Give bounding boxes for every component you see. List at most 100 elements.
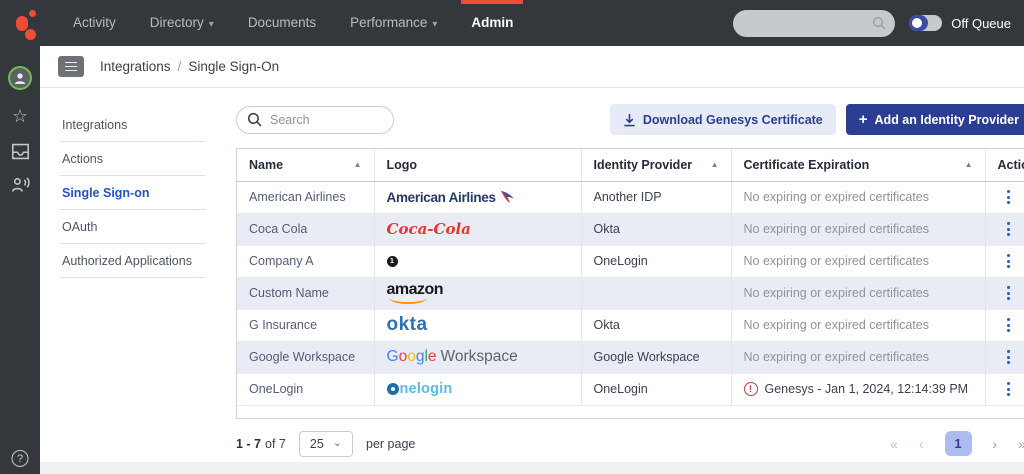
row-name-link[interactable]: G Insurance (237, 309, 374, 341)
per-page-label: per page (366, 437, 415, 451)
nav-item-performance[interactable]: Performance▾ (333, 0, 454, 46)
settings-submenu: IntegrationsActionsSingle Sign-onOAuthAu… (60, 108, 206, 467)
help-icon[interactable]: ? (12, 450, 29, 467)
table-search-input[interactable] (270, 113, 383, 127)
onelogin-ring-icon (387, 383, 399, 395)
page-size-select[interactable]: 25 ⌄ (299, 431, 353, 457)
column-header-identity-provider[interactable]: Identity Provider▲ (581, 149, 731, 181)
column-header-action: Action (985, 149, 1024, 181)
favorites-icon[interactable]: ☆ (0, 106, 40, 127)
row-kebab-menu-icon[interactable] (1001, 348, 1015, 366)
menu-toggle-button[interactable] (58, 56, 84, 77)
row-name-link[interactable]: Coca Cola (237, 213, 374, 245)
search-icon (872, 16, 886, 30)
row-action-cell (985, 309, 1024, 341)
left-icon-rail: ☆ ? (0, 46, 40, 474)
add-identity-provider-label: Add an Identity Provider (875, 113, 1019, 127)
sso-toolbar: Download Genesys Certificate + Add an Id… (236, 104, 1024, 135)
column-header-logo: Logo (374, 149, 581, 181)
row-kebab-menu-icon[interactable] (1001, 252, 1015, 270)
global-search[interactable] (733, 10, 895, 37)
column-header-name[interactable]: Name▲ (237, 149, 374, 181)
submenu-item-integrations[interactable]: Integrations (60, 108, 206, 142)
row-action-cell (985, 341, 1024, 373)
sort-asc-icon: ▲ (711, 160, 719, 169)
nav-item-admin[interactable]: Admin (454, 0, 530, 46)
first-page-button[interactable]: « (890, 436, 898, 452)
chevron-down-icon: ⌄ (333, 441, 342, 447)
prev-page-button[interactable]: ‹ (919, 436, 924, 452)
row-identity-provider: OneLogin (581, 373, 731, 405)
table-search[interactable] (236, 106, 394, 134)
row-logo-cell: amazon (374, 277, 581, 309)
aa-eagle-icon (499, 190, 515, 204)
row-kebab-menu-icon[interactable] (1001, 316, 1015, 334)
global-search-input[interactable] (745, 16, 872, 30)
user-status-avatar[interactable] (8, 66, 32, 90)
row-kebab-menu-icon[interactable] (1001, 284, 1015, 302)
row-action-cell (985, 213, 1024, 245)
row-name-link[interactable]: Google Workspace (237, 341, 374, 373)
current-page-button[interactable]: 1 (945, 431, 972, 456)
breadcrumb-bar: Integrations/Single Sign-On (40, 46, 1024, 88)
footer-strip (40, 462, 1024, 474)
main-nav: ActivityDirectory▾DocumentsPerformance▾A… (56, 0, 530, 46)
table-row[interactable]: Google WorkspaceGoogleWorkspaceGoogle Wo… (237, 341, 1024, 373)
row-certificate-expiration: !Genesys - Jan 1, 2024, 12:14:39 PM (731, 373, 985, 405)
download-icon (623, 113, 636, 127)
plus-icon: + (859, 112, 868, 127)
sort-asc-icon: ▲ (965, 160, 973, 169)
genesys-logo[interactable] (0, 0, 40, 46)
next-page-button[interactable]: › (993, 436, 998, 452)
table-row[interactable]: Custom Name amazon No expiring or expired … (237, 277, 1024, 309)
row-name-link[interactable]: American Airlines (237, 181, 374, 213)
row-logo-cell: American Airlines (374, 181, 581, 213)
row-action-cell (985, 245, 1024, 277)
row-kebab-menu-icon[interactable] (1001, 188, 1015, 206)
nav-item-activity[interactable]: Activity (56, 0, 133, 46)
table-row[interactable]: G InsuranceoktaOktaNo expiring or expire… (237, 309, 1024, 341)
row-certificate-expiration: No expiring or expired certificates (731, 341, 985, 373)
table-row[interactable]: Coca ColaCoca-ColaOktaNo expiring or exp… (237, 213, 1024, 245)
nav-item-directory[interactable]: Directory▾ (133, 0, 231, 46)
row-action-cell (985, 373, 1024, 405)
row-name-link[interactable]: OneLogin (237, 373, 374, 405)
onelogin-logo: nelogin (387, 381, 453, 397)
row-name-link[interactable]: Custom Name (237, 277, 374, 309)
sso-table: Name▲LogoIdentity Provider▲Certificate E… (237, 149, 1024, 406)
chevron-down-icon: ▾ (432, 19, 437, 30)
submenu-item-authorized-applications[interactable]: Authorized Applications (60, 244, 206, 278)
row-logo-cell: GoogleWorkspace (374, 341, 581, 373)
breadcrumb-section[interactable]: Integrations (100, 59, 171, 74)
submenu-item-oauth[interactable]: OAuth (60, 210, 206, 244)
row-kebab-menu-icon[interactable] (1001, 220, 1015, 238)
table-row[interactable]: OneLoginneloginOneLogin!Genesys - Jan 1,… (237, 373, 1024, 405)
interactions-icon[interactable] (0, 176, 40, 193)
chevron-down-icon: ▾ (209, 19, 214, 30)
row-certificate-expiration: No expiring or expired certificates (731, 213, 985, 245)
column-header-certificate-expiration[interactable]: Certificate Expiration▲ (731, 149, 985, 181)
nav-item-documents[interactable]: Documents (231, 0, 333, 46)
submenu-item-actions[interactable]: Actions (60, 142, 206, 176)
warning-icon: ! (744, 382, 758, 396)
row-certificate-expiration: No expiring or expired certificates (731, 277, 985, 309)
table-row[interactable]: Company A1OneLoginNo expiring or expired… (237, 245, 1024, 277)
row-logo-cell: okta (374, 309, 581, 341)
app-window: ActivityDirectory▾DocumentsPerformance▾A… (0, 0, 1024, 474)
company-a-logo: 1 (387, 256, 398, 267)
row-action-cell (985, 277, 1024, 309)
table-row[interactable]: American AirlinesAmerican AirlinesAnothe… (237, 181, 1024, 213)
add-identity-provider-button[interactable]: + Add an Identity Provider (846, 104, 1024, 135)
row-logo-cell: nelogin (374, 373, 581, 405)
breadcrumb-page: Single Sign-On (188, 59, 279, 74)
last-page-button[interactable]: » (1018, 436, 1024, 452)
row-identity-provider: Another IDP (581, 181, 731, 213)
off-queue-toggle[interactable] (909, 15, 942, 31)
amazon-logo: amazon (387, 282, 444, 304)
inbox-icon[interactable] (0, 143, 40, 160)
row-name-link[interactable]: Company A (237, 245, 374, 277)
submenu-item-single-sign-on[interactable]: Single Sign-on (60, 176, 206, 210)
download-certificate-button[interactable]: Download Genesys Certificate (610, 104, 836, 135)
search-icon (247, 112, 262, 127)
row-kebab-menu-icon[interactable] (1001, 380, 1015, 398)
